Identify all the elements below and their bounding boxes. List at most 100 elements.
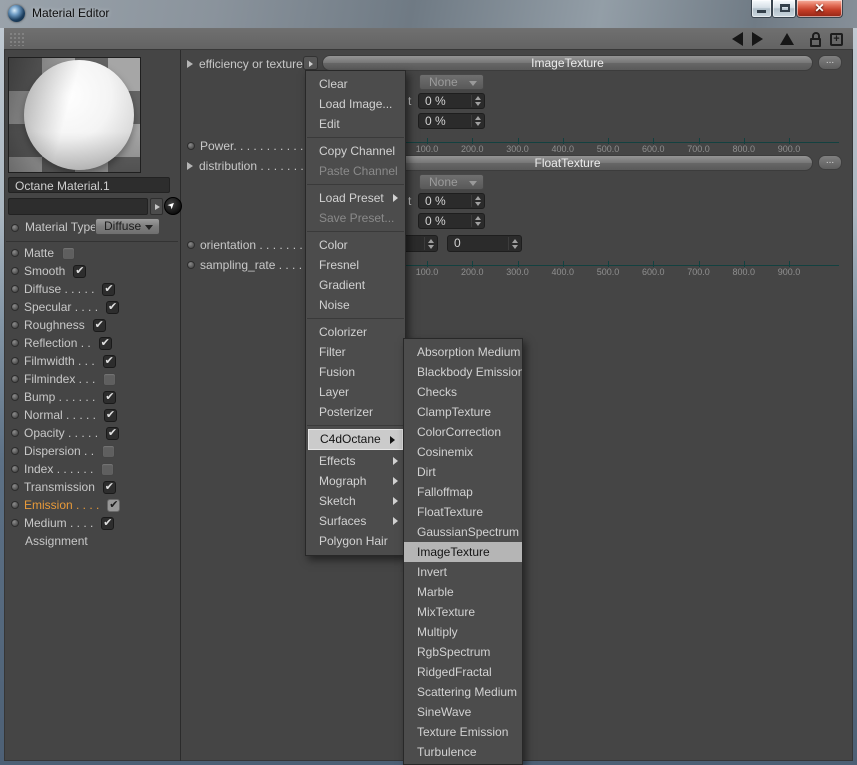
- menu-item-texture-emission[interactable]: Texture Emission: [404, 722, 522, 742]
- menu-item-invert[interactable]: Invert: [404, 562, 522, 582]
- channel-checkbox-emission[interactable]: ✔: [107, 498, 121, 512]
- up-icon[interactable]: [780, 33, 794, 45]
- imagetexture-header-bar[interactable]: ImageTexture: [322, 55, 813, 71]
- menu-item-filter[interactable]: Filter: [306, 342, 405, 362]
- channel-checkbox-reflection[interactable]: ✔: [98, 336, 112, 350]
- menu-item-marble[interactable]: Marble: [404, 582, 522, 602]
- menu-item-colorizer[interactable]: Colorizer: [306, 322, 405, 342]
- imagetexture-mix-spinner[interactable]: 0 %: [418, 93, 485, 109]
- menu-item-floattexture[interactable]: FloatTexture: [404, 502, 522, 522]
- menu-item-blackbody-emission[interactable]: Blackbody Emission: [404, 362, 522, 382]
- menu-item-cosinemix[interactable]: Cosinemix: [404, 442, 522, 462]
- minimize-button[interactable]: [751, 0, 772, 18]
- channel-checkbox-diffuse[interactable]: ✔: [102, 282, 116, 296]
- menu-item-ridgedfractal[interactable]: RidgedFractal: [404, 662, 522, 682]
- material-name-field[interactable]: Octane Material.1: [8, 177, 170, 193]
- menu-item-absorption-medium[interactable]: Absorption Medium: [404, 342, 522, 362]
- menu-item-dirt[interactable]: Dirt: [404, 462, 522, 482]
- channel-led: [11, 303, 19, 311]
- menu-item-label: Blackbody Emission: [417, 365, 523, 379]
- maximize-button[interactable]: [772, 0, 796, 18]
- menu-item-sinewave[interactable]: SineWave: [404, 702, 522, 722]
- menu-item-edit[interactable]: Edit: [306, 114, 405, 134]
- spinner-arrows-icon[interactable]: [471, 215, 483, 227]
- floattexture-value-spinner[interactable]: 0: [447, 235, 522, 252]
- channel-checkbox-smooth[interactable]: ✔: [73, 264, 87, 278]
- menu-item-load-image-[interactable]: Load Image...: [306, 94, 405, 114]
- menu-item-multiply[interactable]: Multiply: [404, 622, 522, 642]
- menu-item-rgbspectrum[interactable]: RgbSpectrum: [404, 642, 522, 662]
- menu-item-falloffmap[interactable]: Falloffmap: [404, 482, 522, 502]
- menu-item-gradient[interactable]: Gradient: [306, 275, 405, 295]
- assignment-label[interactable]: Assignment: [25, 534, 88, 548]
- menu-item-imagetexture[interactable]: ImageTexture: [404, 542, 522, 562]
- titlebar[interactable]: Material Editor: [0, 0, 857, 28]
- material-type-dropdown[interactable]: Diffuse: [95, 218, 160, 235]
- material-type-value: Diffuse: [104, 219, 142, 233]
- channel-checkbox-medium[interactable]: ✔: [101, 516, 115, 530]
- channel-checkbox-filmindex[interactable]: [103, 372, 117, 386]
- menu-item-clear[interactable]: Clear: [306, 74, 405, 94]
- script-field[interactable]: [8, 198, 148, 215]
- floattexture-mix-spinner[interactable]: 0 %: [418, 193, 485, 209]
- menu-item-effects[interactable]: Effects: [306, 451, 405, 471]
- menu-item-colorcorrection[interactable]: ColorCorrection: [404, 422, 522, 442]
- add-button[interactable]: +: [830, 32, 843, 46]
- channel-checkbox-dispersion[interactable]: [102, 444, 116, 458]
- ruler-tick-label: 500.0: [596, 267, 620, 277]
- menu-item-label: Mograph: [319, 474, 367, 488]
- channel-checkbox-transmission[interactable]: ✔: [102, 480, 116, 494]
- spinner-arrows-icon[interactable]: [471, 95, 483, 107]
- efficiency-expander-icon[interactable]: [187, 60, 193, 68]
- spinner-arrows-icon[interactable]: [424, 237, 436, 250]
- channel-checkbox-bump[interactable]: ✔: [103, 390, 117, 404]
- imagetexture-none-dropdown[interactable]: None: [419, 74, 484, 90]
- menu-item-color[interactable]: Color: [306, 235, 405, 255]
- channel-checkbox-index[interactable]: [101, 462, 115, 476]
- menu-item-polygon-hair[interactable]: Polygon Hair: [306, 531, 405, 551]
- imagetexture-more-button[interactable]: ...: [818, 55, 842, 70]
- channel-checkbox-opacity[interactable]: ✔: [106, 426, 120, 440]
- menu-item-surfaces[interactable]: Surfaces: [306, 511, 405, 531]
- floattexture-mix2-spinner[interactable]: 0 %: [418, 213, 485, 229]
- script-expand-button[interactable]: [150, 198, 163, 215]
- channel-led: [11, 285, 19, 293]
- menu-item-load-preset[interactable]: Load Preset: [306, 188, 405, 208]
- channel-checkbox-filmwidth[interactable]: ✔: [102, 354, 116, 368]
- menu-item-copy-channel[interactable]: Copy Channel: [306, 141, 405, 161]
- menu-item-sketch[interactable]: Sketch: [306, 491, 405, 511]
- pick-button[interactable]: ➤: [164, 197, 182, 215]
- channel-checkbox-specular[interactable]: ✔: [106, 300, 120, 314]
- channel-checkbox-roughness[interactable]: ✔: [92, 318, 106, 332]
- imagetexture-mix2-spinner[interactable]: 0 %: [418, 113, 485, 129]
- lock-icon[interactable]: [809, 31, 821, 47]
- spinner-arrows-icon[interactable]: [471, 195, 483, 207]
- close-button[interactable]: ✕: [796, 0, 843, 18]
- menu-item-layer[interactable]: Layer: [306, 382, 405, 402]
- floattexture-more-button[interactable]: ...: [818, 155, 842, 170]
- menu-item-noise[interactable]: Noise: [306, 295, 405, 315]
- menu-item-scattering-medium[interactable]: Scattering Medium: [404, 682, 522, 702]
- menu-item-fresnel[interactable]: Fresnel: [306, 255, 405, 275]
- distribution-expander-icon[interactable]: [187, 162, 193, 170]
- spinner-arrows-icon[interactable]: [471, 115, 483, 127]
- menu-item-clamptexture[interactable]: ClampTexture: [404, 402, 522, 422]
- drag-grip-icon[interactable]: [9, 32, 24, 46]
- forward-icon[interactable]: [752, 32, 763, 46]
- menu-item-label: Load Preset: [319, 191, 384, 205]
- back-icon[interactable]: [732, 32, 743, 46]
- spinner-arrows-icon[interactable]: [508, 237, 520, 250]
- menu-item-mograph[interactable]: Mograph: [306, 471, 405, 491]
- texture-menu-button[interactable]: [303, 56, 318, 70]
- menu-item-mixtexture[interactable]: MixTexture: [404, 602, 522, 622]
- menu-item-posterizer[interactable]: Posterizer: [306, 402, 405, 422]
- menu-item-gaussianspectrum[interactable]: GaussianSpectrum: [404, 522, 522, 542]
- menu-item-checks[interactable]: Checks: [404, 382, 522, 402]
- channel-checkbox-normal[interactable]: ✔: [104, 408, 118, 422]
- channel-checkbox-matte[interactable]: [62, 246, 76, 260]
- menu-item-fusion[interactable]: Fusion: [306, 362, 405, 382]
- menu-item-turbulence[interactable]: Turbulence: [404, 742, 522, 762]
- menu-item-c4doctane[interactable]: C4dOctane: [308, 429, 403, 450]
- material-preview[interactable]: [8, 57, 141, 173]
- floattexture-none-dropdown[interactable]: None: [419, 174, 484, 190]
